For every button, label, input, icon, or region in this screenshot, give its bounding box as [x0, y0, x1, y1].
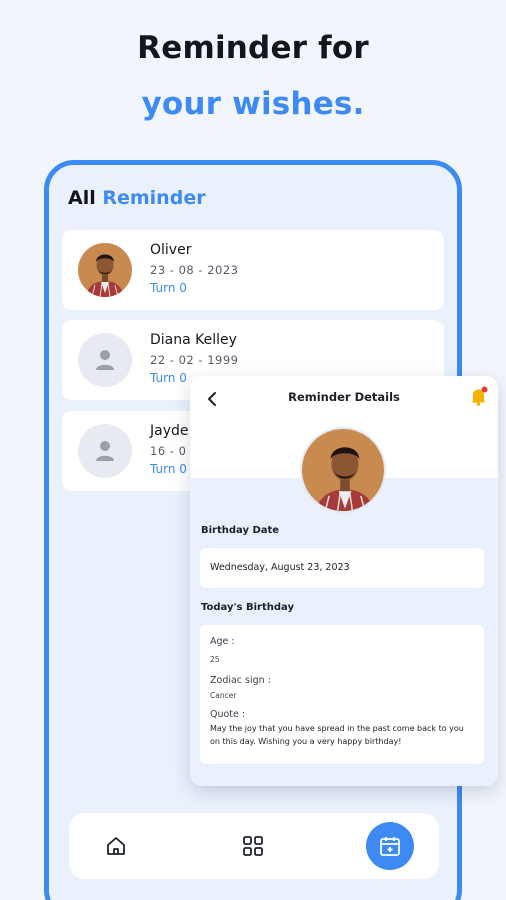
list-title-accent: Reminder [102, 187, 206, 209]
reminder-name: Diana Kelley [150, 332, 237, 348]
reminder-details-panel: Reminder Details Birthday Date Wednesday… [190, 376, 498, 786]
list-title: All Reminder [68, 187, 206, 209]
todays-birthday-card: Age : 25 Zodiac sign : Cancer Quote : Ma… [200, 625, 484, 764]
todays-birthday-label: Today's Birthday [201, 602, 294, 613]
headline-line-2: your wishes. [141, 86, 365, 122]
reminder-date: 23 - 08 - 2023 [150, 263, 239, 277]
calendar-icon[interactable] [366, 822, 414, 870]
reminder-turn: Turn 0 [150, 462, 187, 476]
reminder-name: Oliver [150, 242, 192, 258]
zodiac-label: Zodiac sign : [210, 675, 271, 686]
quote-value: May the joy that you have spread in the … [210, 724, 464, 746]
grid-icon[interactable] [238, 831, 268, 861]
bottom-navigation [69, 813, 439, 879]
home-icon[interactable] [101, 831, 131, 861]
reminder-date: 22 - 02 - 1999 [150, 353, 239, 367]
person-photo [300, 427, 386, 513]
birthday-date-label: Birthday Date [201, 525, 280, 536]
age-label: Age : [210, 636, 235, 647]
birthday-date-value: Wednesday, August 23, 2023 [210, 562, 350, 573]
list-title-prefix: All [68, 187, 96, 209]
reminder-date: 16 - 0 [150, 444, 187, 458]
quote-label: Quote : [210, 709, 246, 720]
person-photo [78, 243, 132, 297]
notification-bell-icon[interactable] [468, 385, 490, 407]
headline-line-1: Reminder for [137, 30, 369, 66]
person-placeholder-icon [78, 424, 132, 478]
reminder-card-1[interactable]: Oliver 23 - 08 - 2023 Turn 0 [62, 230, 444, 310]
zodiac-value: Cancer [210, 691, 237, 700]
age-value: 25 [210, 655, 220, 664]
reminder-turn: Turn 0 [150, 371, 187, 385]
reminder-name: Jayde [150, 423, 189, 439]
reminder-turn: Turn 0 [150, 281, 187, 295]
details-title: Reminder Details [288, 390, 400, 404]
birthday-date-field: Wednesday, August 23, 2023 [200, 548, 484, 588]
person-placeholder-icon [78, 333, 132, 387]
